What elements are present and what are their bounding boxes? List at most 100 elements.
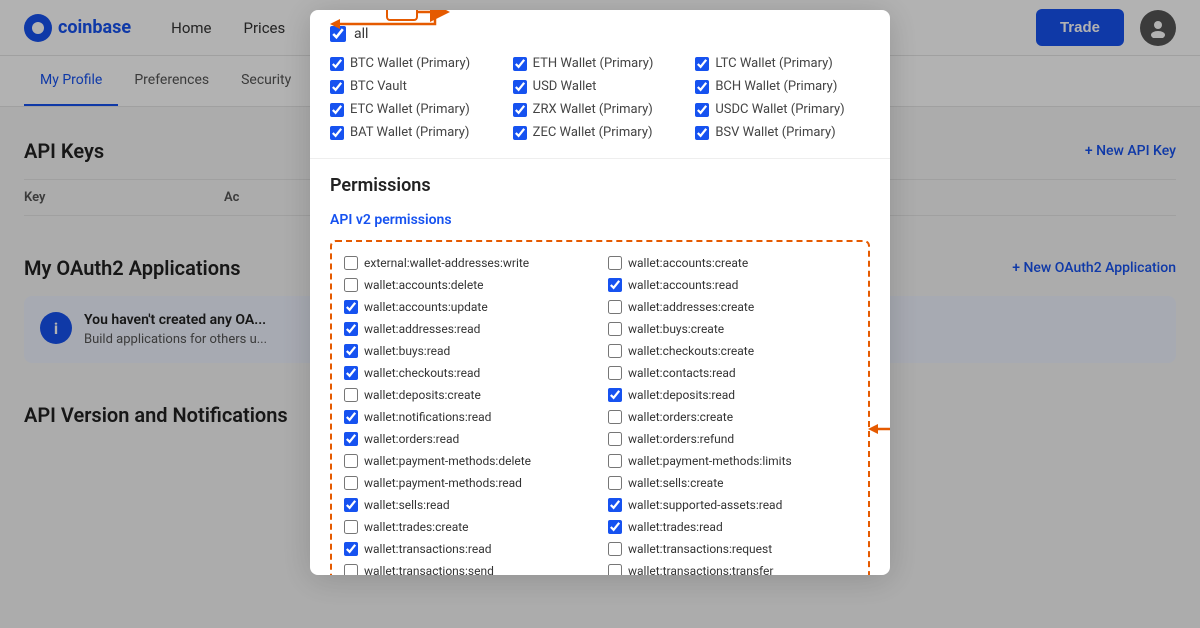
permission-item: wallet:notifications:read: [344, 408, 592, 426]
permission-label: wallet:contacts:read: [628, 366, 736, 380]
permission-item: wallet:checkouts:read: [344, 364, 592, 382]
permission-label: wallet:transactions:request: [628, 542, 772, 556]
permission-label: wallet:buys:read: [364, 344, 450, 358]
wallet-all-row: all: [330, 26, 870, 42]
permission-checkbox[interactable]: [344, 256, 358, 270]
permission-item: wallet:contacts:read: [608, 364, 856, 382]
permission-checkbox[interactable]: [344, 322, 358, 336]
permission-item: wallet:deposits:create: [344, 386, 592, 404]
permission-item: wallet:transactions:transfer: [608, 562, 856, 575]
permission-checkbox[interactable]: [344, 542, 358, 556]
permission-checkbox[interactable]: [608, 300, 622, 314]
permission-checkbox[interactable]: [608, 432, 622, 446]
wallet-checkbox[interactable]: [513, 57, 527, 71]
wallet-label: ETC Wallet (Primary): [350, 102, 470, 117]
permission-item: wallet:accounts:update: [344, 298, 592, 316]
wallet-item: LTC Wallet (Primary): [695, 54, 870, 73]
permission-item: wallet:addresses:read: [344, 320, 592, 338]
permission-checkbox[interactable]: [608, 564, 622, 575]
permission-label: wallet:accounts:update: [364, 300, 488, 314]
permission-item: wallet:transactions:request: [608, 540, 856, 558]
permission-checkbox[interactable]: [344, 432, 358, 446]
wallet-label: USDC Wallet (Primary): [715, 102, 844, 117]
permission-label: wallet:orders:create: [628, 410, 733, 424]
wallet-checkbox[interactable]: [513, 126, 527, 140]
permission-checkbox[interactable]: [608, 476, 622, 490]
permission-label: wallet:accounts:delete: [364, 278, 483, 292]
permission-item: wallet:accounts:delete: [344, 276, 592, 294]
permission-item: wallet:sells:create: [608, 474, 856, 492]
wallet-label: BTC Wallet (Primary): [350, 56, 470, 71]
wallet-checkbox[interactable]: [513, 80, 527, 94]
permission-checkbox[interactable]: [608, 388, 622, 402]
permission-label: wallet:deposits:create: [364, 388, 481, 402]
permission-item: wallet:payment-methods:delete: [344, 452, 592, 470]
wallet-item: ZEC Wallet (Primary): [513, 123, 688, 142]
permission-label: wallet:deposits:read: [628, 388, 735, 402]
permission-label: wallet:orders:read: [364, 432, 459, 446]
permission-label: wallet:transactions:transfer: [628, 564, 773, 575]
wallet-checkbox[interactable]: [695, 80, 709, 94]
permission-checkbox[interactable]: [608, 542, 622, 556]
permission-checkbox[interactable]: [344, 278, 358, 292]
permission-checkbox[interactable]: [608, 344, 622, 358]
permission-checkbox[interactable]: [344, 454, 358, 468]
wallet-section: all BTC Wallet: [310, 10, 890, 159]
permission-checkbox[interactable]: [344, 498, 358, 512]
permission-label: wallet:sells:create: [628, 476, 723, 490]
permission-label: wallet:trades:read: [628, 520, 723, 534]
wallet-checkbox[interactable]: [695, 57, 709, 71]
permission-label: wallet:addresses:create: [628, 300, 754, 314]
wallet-checkbox[interactable]: [695, 103, 709, 117]
wallet-checkbox[interactable]: [695, 126, 709, 140]
wallet-item: ETC Wallet (Primary): [330, 100, 505, 119]
permission-label: wallet:checkouts:read: [364, 366, 480, 380]
wallet-item: BAT Wallet (Primary): [330, 123, 505, 142]
wallet-checkbox[interactable]: [330, 126, 344, 140]
wallet-checkbox[interactable]: [330, 57, 344, 71]
wallet-item: BTC Wallet (Primary): [330, 54, 505, 73]
permissions-grid-wrapper: external:wallet-addresses:write wallet:ac…: [330, 240, 870, 575]
permission-item: wallet:orders:read: [344, 430, 592, 448]
wallet-checkbox[interactable]: [330, 80, 344, 94]
permission-item: wallet:trades:read: [608, 518, 856, 536]
permission-checkbox[interactable]: [344, 520, 358, 534]
wallet-checkbox[interactable]: [513, 103, 527, 117]
permission-item: wallet:transactions:read: [344, 540, 592, 558]
wallet-label: ZRX Wallet (Primary): [533, 102, 653, 117]
permission-checkbox[interactable]: [608, 366, 622, 380]
wallet-item: ZRX Wallet (Primary): [513, 100, 688, 119]
permission-checkbox[interactable]: [608, 256, 622, 270]
permission-checkbox[interactable]: [344, 564, 358, 575]
permission-checkbox[interactable]: [344, 300, 358, 314]
permission-item: wallet:payment-methods:read: [344, 474, 592, 492]
wallet-label: ZEC Wallet (Primary): [533, 125, 653, 140]
permission-checkbox[interactable]: [344, 410, 358, 424]
permission-checkbox[interactable]: [608, 278, 622, 292]
permission-label: wallet:sells:read: [364, 498, 450, 512]
permission-checkbox[interactable]: [344, 344, 358, 358]
permission-checkbox[interactable]: [608, 454, 622, 468]
wallet-label: BTC Vault: [350, 79, 407, 94]
permission-checkbox[interactable]: [608, 498, 622, 512]
permission-item: wallet:transactions:send: [344, 562, 592, 575]
permission-checkbox[interactable]: [608, 322, 622, 336]
permission-label: wallet:payment-methods:limits: [628, 454, 792, 468]
permission-item: wallet:payment-methods:limits: [608, 452, 856, 470]
permission-checkbox[interactable]: [608, 410, 622, 424]
permission-item: wallet:accounts:read: [608, 276, 856, 294]
modal-overlay[interactable]: all BTC Wallet: [0, 0, 1200, 628]
wallet-checkbox[interactable]: [330, 103, 344, 117]
permission-checkbox[interactable]: [344, 366, 358, 380]
permission-label: wallet:trades:create: [364, 520, 469, 534]
permission-label: wallet:addresses:read: [364, 322, 480, 336]
permission-label: wallet:payment-methods:delete: [364, 454, 531, 468]
permission-checkbox[interactable]: [344, 476, 358, 490]
permission-item: wallet:orders:create: [608, 408, 856, 426]
permission-checkbox[interactable]: [608, 520, 622, 534]
permission-label: external:wallet-addresses:write: [364, 256, 529, 270]
permission-item: wallet:orders:refund: [608, 430, 856, 448]
permission-label: wallet:checkouts:create: [628, 344, 754, 358]
permission-checkbox[interactable]: [344, 388, 358, 402]
permission-label: wallet:accounts:read: [628, 278, 738, 292]
